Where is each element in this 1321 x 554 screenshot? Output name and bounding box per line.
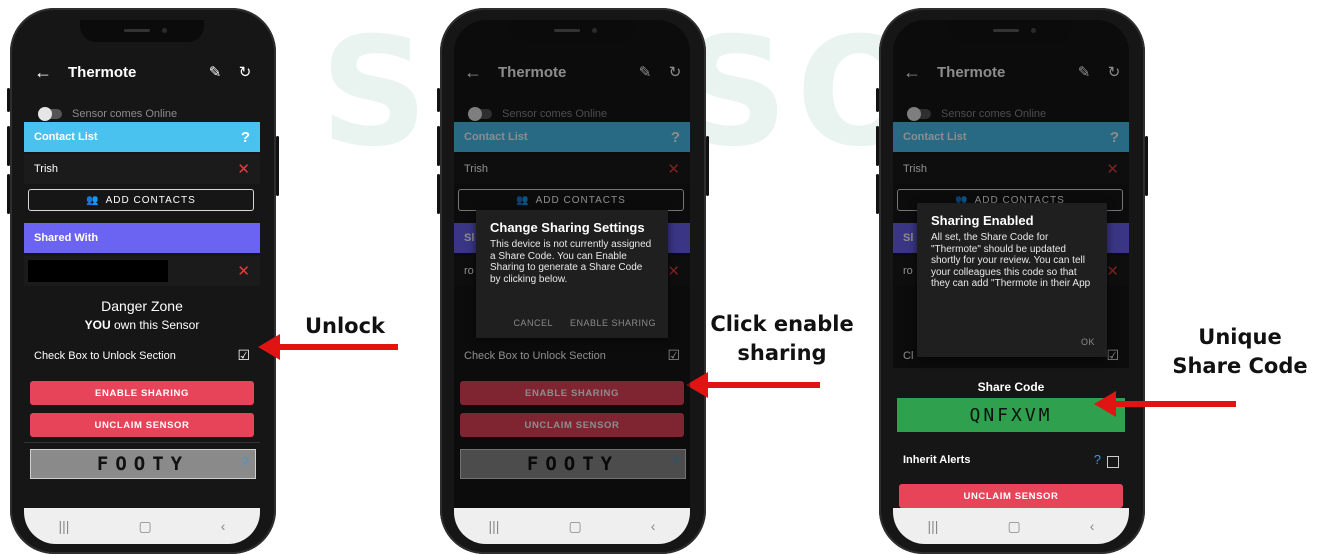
annotation-unique-share-code: Unique Share Code (1160, 323, 1320, 381)
annotation-click-enable-line1: Click enable (710, 312, 854, 336)
toggle-label: Sensor comes Online (72, 108, 178, 120)
annotation-click-enable: Click enable sharing (702, 310, 862, 368)
share-code-text: FOOTY (96, 453, 190, 475)
dialog-body: This device is not currently assigned a … (490, 239, 652, 285)
shared-with-title: Shared With (34, 232, 99, 244)
dialog-title: Change Sharing Settings (490, 220, 645, 235)
share-code-display: FOOTY ? (30, 449, 256, 479)
nav-home-icon[interactable]: ▢ (1007, 518, 1020, 535)
add-contacts-icon: 👥 (86, 194, 100, 206)
system-nav-bar: ||| ▢ ‹ (24, 508, 260, 544)
contact-row: Trish ✕ (24, 154, 260, 184)
dialog-body: All set, the Share Code for "Thermote" s… (931, 232, 1091, 289)
enable-sharing-dialog-button[interactable]: ENABLE SHARING (570, 318, 656, 328)
unlock-label: Check Box to Unlock Section (34, 349, 176, 362)
online-toggle[interactable] (38, 107, 62, 121)
add-contacts-label: ADD CONTACTS (105, 194, 196, 206)
pencil-icon[interactable]: ✎ (200, 63, 230, 81)
contact-name: Trish (34, 163, 59, 175)
contact-list-title: Contact List (34, 131, 98, 143)
nav-home-icon[interactable]: ▢ (568, 518, 581, 535)
help-icon[interactable]: ? (1094, 452, 1101, 467)
back-arrow-icon[interactable]: ← (28, 62, 58, 83)
enable-sharing-button[interactable]: ENABLE SHARING (30, 381, 254, 405)
nav-back-icon[interactable]: ‹ (221, 518, 226, 534)
arrow-enable-sharing (686, 372, 820, 398)
nav-recents-icon[interactable]: ||| (489, 518, 500, 534)
unclaim-sensor-button[interactable]: UNCLAIM SENSOR (899, 484, 1123, 508)
ok-button[interactable]: OK (1081, 337, 1095, 347)
screen: ← Thermote ✎ ↻ Sensor comes Online Conta… (893, 20, 1129, 544)
inherit-alerts-label: Inherit Alerts (903, 454, 971, 466)
nav-home-icon[interactable]: ▢ (138, 518, 151, 535)
divider (24, 442, 260, 443)
annotation-unique-line1: Unique (1198, 325, 1282, 349)
nav-recents-icon[interactable]: ||| (59, 518, 70, 534)
share-code-display: QNFXVM (897, 398, 1125, 432)
unlock-row: Check Box to Unlock Section ☑ (34, 347, 250, 364)
nav-recents-icon[interactable]: ||| (928, 518, 939, 534)
checkbox-icon[interactable]: ☑ (237, 347, 250, 364)
app-bar: ← Thermote ✎ ↻ (24, 50, 260, 94)
refresh-icon[interactable]: ↻ (230, 63, 260, 81)
help-icon[interactable]: ? (241, 129, 250, 146)
system-nav-bar: ||| ▢ ‹ (454, 508, 690, 544)
cancel-button[interactable]: CANCEL (513, 318, 553, 328)
nav-back-icon[interactable]: ‹ (1090, 518, 1095, 534)
system-nav-bar: ||| ▢ ‹ (893, 508, 1129, 544)
arrow-share-code (1094, 391, 1236, 417)
dialog-title: Sharing Enabled (931, 213, 1034, 228)
annotation-click-enable-line2: sharing (737, 341, 827, 365)
shared-contact-row: ✕ (24, 256, 260, 286)
contact-list-header: Contact List ? (24, 122, 260, 152)
inherit-alerts-row: Inherit Alerts ? (893, 446, 1129, 474)
phone-1: ← Thermote ✎ ↻ Sensor comes Online Conta… (7, 8, 279, 554)
annotation-unique-line2: Share Code (1172, 354, 1308, 378)
danger-zone: Danger Zone YOU own this Sensor (24, 298, 260, 332)
phone-3: ← Thermote ✎ ↻ Sensor comes Online Conta… (876, 8, 1148, 554)
owner-text: YOU own this Sensor (84, 318, 200, 332)
dialog-actions: OK (1081, 337, 1095, 347)
screen: ← Thermote ✎ ↻ Sensor comes Online Conta… (454, 20, 690, 544)
remove-icon[interactable]: ✕ (237, 160, 250, 178)
add-contacts-button[interactable]: 👥 ADD CONTACTS (28, 189, 254, 211)
danger-title: Danger Zone (101, 298, 183, 314)
nav-back-icon[interactable]: ‹ (651, 518, 656, 534)
sharing-enabled-dialog: Sharing Enabled All set, the Share Code … (917, 203, 1107, 357)
inherit-alerts-checkbox[interactable] (1107, 455, 1119, 468)
dialog-actions: CANCEL ENABLE SHARING (513, 318, 656, 328)
annotation-unlock: Unlock (304, 314, 386, 338)
shared-with-header: Shared With (24, 223, 260, 253)
app-title: Thermote (68, 63, 137, 81)
arrow-unlock (258, 334, 398, 360)
unclaim-sensor-button[interactable]: UNCLAIM SENSOR (30, 413, 254, 437)
remove-icon[interactable]: ✕ (237, 262, 250, 280)
help-icon[interactable]: ? (242, 454, 249, 469)
phone-2: ← Thermote ✎ ↻ Sensor comes Online Conta… (437, 8, 709, 554)
change-sharing-dialog: Change Sharing Settings This device is n… (476, 210, 668, 338)
redacted-contact (28, 260, 168, 282)
screen: ← Thermote ✎ ↻ Sensor comes Online Conta… (24, 20, 260, 544)
